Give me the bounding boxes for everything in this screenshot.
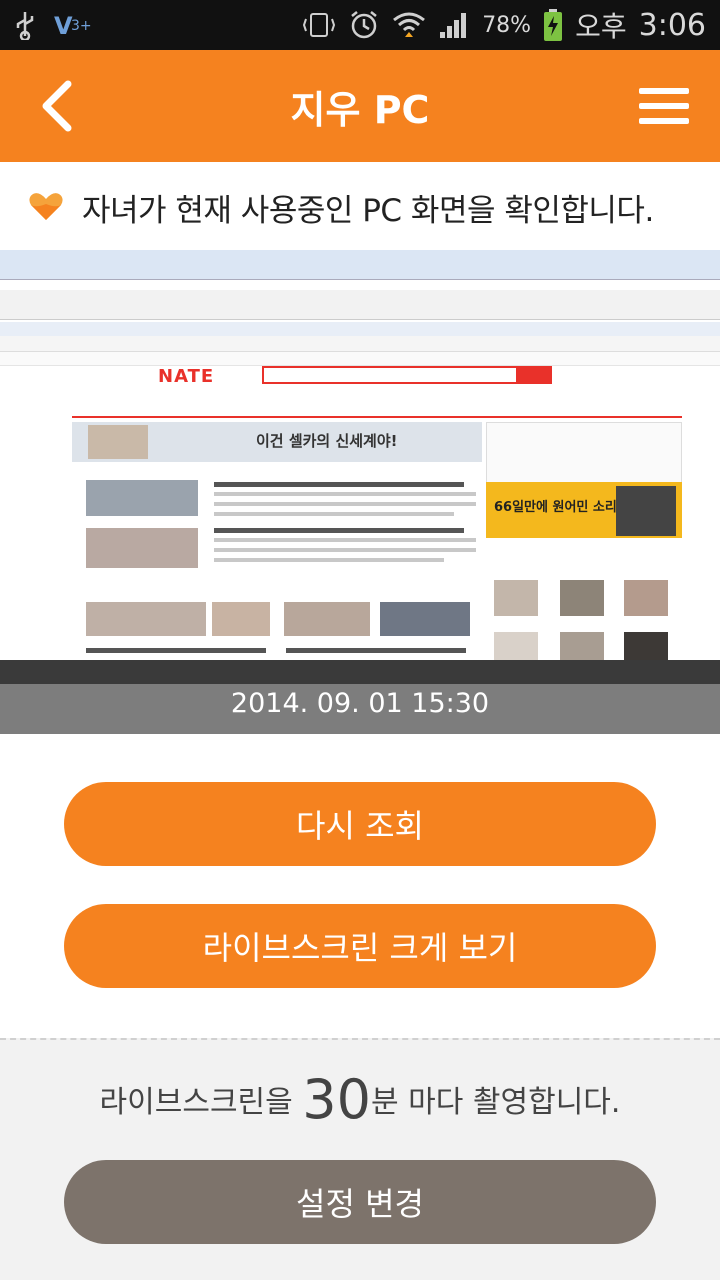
page-title: 지우 PC (290, 87, 430, 132)
browser-tabs (0, 336, 720, 352)
text-line (214, 492, 476, 496)
taskbar (0, 660, 720, 684)
news-thumbnail (212, 602, 270, 636)
text-line (214, 502, 476, 506)
product-thumb (624, 580, 668, 616)
live-screen-preview[interactable]: NATE 이건 셀카의 신세계야! 66일만에 원어민 소리가 2014. 09… (0, 250, 720, 734)
svg-text:3+: 3+ (71, 18, 92, 34)
interval-prefix: 라이브스크린을 (99, 1085, 303, 1120)
news-thumbnail (86, 528, 198, 568)
news-thumbnail (86, 602, 206, 636)
time-prefix: 오후 (575, 10, 627, 43)
text-line (214, 548, 476, 552)
headline-line (214, 528, 464, 533)
back-button[interactable] (28, 76, 88, 136)
battery-percent: 78% (482, 12, 532, 38)
text-line (214, 512, 454, 516)
fullscreen-button[interactable]: 라이브스크린 크게 보기 (64, 904, 656, 988)
headline-line (214, 482, 464, 487)
product-thumb (494, 632, 538, 662)
product-thumb (494, 580, 538, 616)
product-thumb (560, 580, 604, 616)
refresh-button[interactable]: 다시 조회 (64, 782, 656, 866)
office-ribbon (0, 290, 720, 320)
window-titlebar (0, 250, 720, 280)
news-thumbnail (284, 602, 370, 636)
battery-charging-icon (543, 8, 563, 42)
alarm-icon (348, 9, 380, 41)
address-bar (0, 322, 720, 336)
login-box (486, 422, 682, 484)
v3-icon: V 3+ (54, 10, 94, 40)
capture-interval-text: 라이브스크린을 30분 마다 촬영합니다. (0, 1068, 720, 1131)
ad-banner-text: 이건 셀카의 신세계야! (256, 432, 398, 450)
nate-search-box (262, 366, 552, 384)
product-thumb (624, 632, 668, 662)
nate-logo: NATE (158, 366, 215, 387)
capture-datetime: 2014. 09. 01 15:30 (230, 688, 490, 719)
interval-suffix: 분 마다 촬영합니다. (371, 1085, 621, 1120)
side-ad-text: 66일만에 원어민 소리가 (494, 500, 629, 515)
ad-banner: 이건 셀카의 신세계야! (72, 422, 482, 462)
text-line (214, 558, 444, 562)
change-settings-button[interactable]: 설정 변경 (64, 1160, 656, 1244)
hamburger-icon (639, 88, 689, 124)
product-thumb (560, 632, 604, 662)
side-ad: 66일만에 원어민 소리가 (486, 482, 682, 538)
news-thumbnail (86, 480, 198, 516)
text-line (214, 538, 476, 542)
headline-line (86, 648, 266, 653)
heart-icon (29, 193, 63, 220)
usb-icon (14, 10, 36, 40)
vibrate-icon (302, 11, 336, 39)
signal-icon (438, 10, 470, 40)
chevron-left-icon (42, 80, 72, 132)
description-text: 자녀가 현재 사용중인 PC 화면을 확인합니다. (82, 192, 654, 229)
nate-nav (72, 402, 682, 418)
status-bar: V 3+ 78% 오후 3:06 (0, 0, 720, 50)
bookmark-bar (0, 352, 720, 366)
description-row: 자녀가 현재 사용중인 PC 화면을 확인합니다. (0, 162, 720, 252)
wifi-icon (392, 10, 426, 40)
menu-button[interactable] (636, 78, 692, 134)
news-thumbnail (380, 602, 470, 636)
app-bar: 지우 PC (0, 50, 720, 162)
interval-minutes: 30 (302, 1068, 372, 1131)
headline-line (286, 648, 466, 653)
clock: 3:06 (638, 7, 706, 43)
